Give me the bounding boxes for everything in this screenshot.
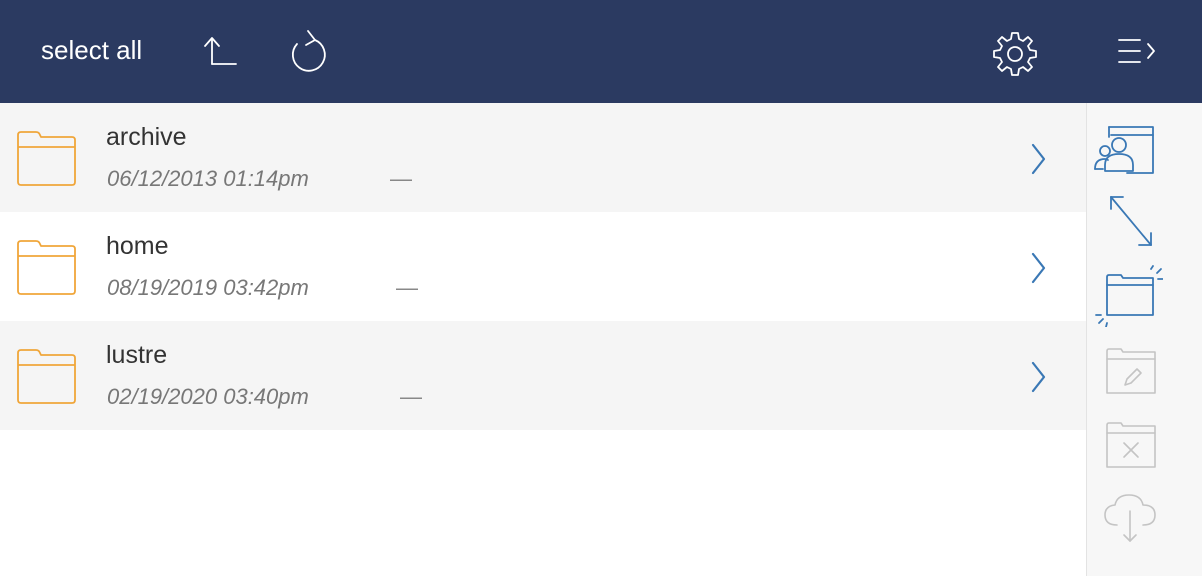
gear-icon[interactable] xyxy=(992,30,1038,76)
action-sidebar xyxy=(1086,103,1202,576)
refresh-icon[interactable] xyxy=(287,28,331,76)
chevron-right-icon[interactable] xyxy=(1030,250,1048,291)
file-name: home xyxy=(106,232,169,260)
shared-folder-icon[interactable] xyxy=(1093,123,1157,179)
file-size: — xyxy=(396,275,418,300)
cloud-download-icon xyxy=(1103,491,1159,545)
top-toolbar: select all xyxy=(0,0,1202,103)
file-name: archive xyxy=(106,123,187,151)
select-all-button[interactable]: select all xyxy=(41,34,142,66)
list-item[interactable]: lustre 02/19/2020 03:40pm — xyxy=(0,321,1086,430)
folder-icon xyxy=(16,238,78,301)
delete-folder-icon xyxy=(1105,421,1157,469)
chevron-right-icon[interactable] xyxy=(1030,141,1048,182)
transfer-arrows-icon[interactable] xyxy=(1107,193,1155,251)
file-name: lustre xyxy=(106,341,168,369)
folder-icon xyxy=(16,129,78,192)
file-size: — xyxy=(400,384,422,409)
file-date: 02/19/2020 03:40pm xyxy=(107,384,309,409)
rename-folder-icon xyxy=(1105,347,1157,395)
folder-icon xyxy=(16,347,78,410)
new-folder-icon[interactable] xyxy=(1095,265,1163,327)
file-size: — xyxy=(390,166,412,191)
list-item[interactable]: archive 06/12/2013 01:14pm — xyxy=(0,103,1086,212)
file-date: 08/19/2019 03:42pm xyxy=(107,275,309,300)
list-item[interactable]: home 08/19/2019 03:42pm — xyxy=(0,212,1086,321)
menu-collapse-icon[interactable] xyxy=(1116,34,1162,70)
file-list: archive 06/12/2013 01:14pm — home 08/19/… xyxy=(0,103,1086,430)
file-date: 06/12/2013 01:14pm xyxy=(107,166,309,191)
up-arrow-icon[interactable] xyxy=(200,34,240,70)
chevron-right-icon[interactable] xyxy=(1030,359,1048,400)
